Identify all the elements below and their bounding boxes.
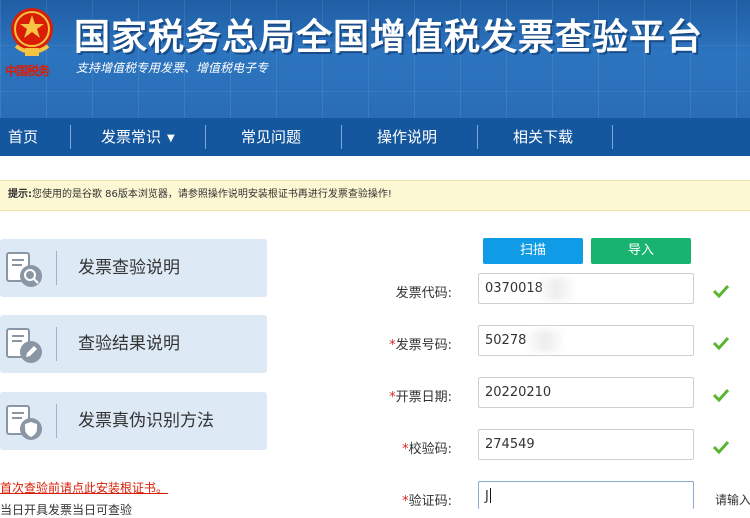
captcha-input[interactable]: J: [478, 481, 694, 509]
invoice-code-input[interactable]: 0370018: [478, 273, 694, 304]
site-header: 中国税务 国家税务总局全国增值税发票查验平台 支持增值税专用发票、增值税电子专: [0, 0, 750, 118]
card-result-guide[interactable]: 查验结果说明: [0, 315, 267, 373]
invoice-number-input[interactable]: 50278: [478, 325, 694, 356]
invoice-code-label-text: 发票代码:: [395, 286, 452, 301]
import-button[interactable]: 导入: [591, 238, 691, 264]
invoice-number-value: 50278: [485, 333, 527, 348]
text-cursor: [489, 488, 491, 503]
card-authenticity-guide[interactable]: 发票真伪识别方法: [0, 392, 267, 450]
invoice-number-label-text: 发票号码:: [395, 338, 452, 353]
captcha-hint: 请输入: [715, 493, 750, 507]
nav-divider: [205, 125, 206, 149]
check-code-input[interactable]: 274549: [478, 429, 694, 460]
nav-item-invoice-knowledge[interactable]: 发票常识 ▼: [101, 118, 175, 156]
nav-item-downloads[interactable]: 相关下载: [513, 118, 573, 156]
card-label: 发票查验说明: [78, 258, 180, 278]
nav-divider: [341, 125, 342, 149]
captcha-value: J: [485, 489, 489, 504]
nav-item-instructions[interactable]: 操作说明: [377, 118, 437, 156]
invoice-code-value: 0370018: [485, 281, 543, 296]
redaction-blur: [525, 330, 565, 352]
issue-date-label-text: 开票日期:: [395, 390, 452, 405]
page-subtitle: 支持增值税专用发票、增值税电子专: [76, 61, 269, 75]
page-title: 国家税务总局全国增值税发票查验平台: [74, 17, 704, 58]
issue-date-input[interactable]: 20220210: [478, 377, 694, 408]
nav-item-label: 发票常识: [101, 128, 162, 146]
scan-button[interactable]: 扫描: [483, 238, 583, 264]
nav-divider: [70, 125, 71, 149]
install-cert-link[interactable]: 首次查验前请点此安装根证书。: [0, 479, 168, 496]
document-shield-icon: [6, 405, 42, 440]
nav-divider: [477, 125, 478, 149]
issue-date-label: *开票日期:: [330, 386, 452, 405]
main-nav: 首页 发票常识 ▼ 常见问题 操作说明 相关下载: [0, 118, 750, 156]
nav-divider: [612, 125, 613, 149]
notice-text: 您使用的是谷歌 86版本浏览器，请参照操作说明安装根证书再进行发票查验操作!: [32, 189, 392, 200]
card-divider: [56, 327, 57, 361]
same-day-note: 当日开具发票当日可查验: [0, 503, 133, 517]
check-icon: [713, 440, 729, 454]
check-code-label-text: 校验码:: [408, 442, 452, 457]
check-code-label: *校验码:: [330, 438, 452, 457]
issue-date-value: 20220210: [485, 385, 552, 400]
card-invoice-check-guide[interactable]: 发票查验说明: [0, 239, 267, 297]
chevron-down-icon: ▼: [167, 133, 175, 144]
nav-item-home[interactable]: 首页: [8, 118, 38, 156]
document-search-icon: [6, 252, 42, 287]
check-icon: [713, 284, 729, 298]
card-label: 发票真伪识别方法: [78, 411, 214, 431]
document-edit-icon: [6, 328, 42, 363]
notice-prefix: 提示:: [8, 189, 32, 200]
card-divider: [56, 251, 57, 285]
invoice-number-label: *发票号码:: [330, 334, 452, 353]
check-icon: [713, 336, 729, 350]
check-code-value: 274549: [485, 437, 535, 452]
captcha-label-text: 验证码:: [408, 494, 452, 509]
brand-text: 中国税务: [5, 64, 50, 78]
captcha-label: *验证码:: [330, 490, 452, 509]
card-divider: [56, 404, 57, 438]
card-label: 查验结果说明: [78, 334, 180, 354]
invoice-code-label: 发票代码:: [330, 282, 452, 301]
redaction-blur: [537, 278, 577, 300]
tax-emblem-icon: [11, 8, 53, 56]
check-icon: [713, 388, 729, 402]
nav-item-faq[interactable]: 常见问题: [241, 118, 301, 156]
browser-notice: 提示:您使用的是谷歌 86版本浏览器，请参照操作说明安装根证书再进行发票查验操作…: [0, 180, 750, 211]
